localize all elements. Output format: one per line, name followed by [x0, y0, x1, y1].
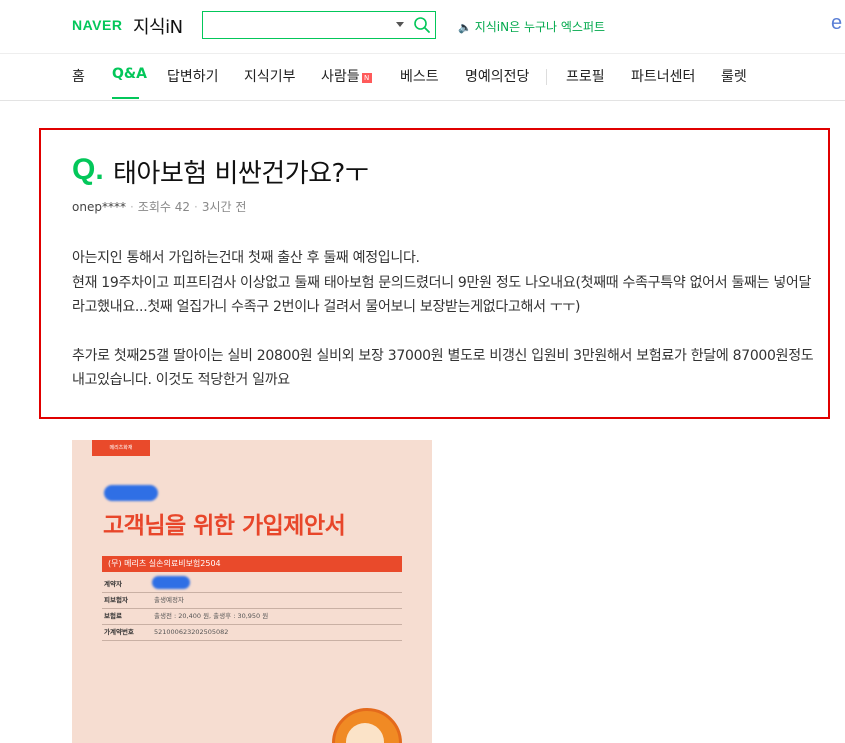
field-label: 계약자	[104, 580, 122, 588]
proposal-field-row: 보험료 출생전 : 20,400 원, 출생후 : 30,950 원	[102, 608, 402, 625]
field-value: 출생전 : 20,400 원, 출생후 : 30,950 원	[154, 612, 269, 620]
nav-item-qna[interactable]: Q&A	[112, 66, 147, 82]
field-label: 보험료	[104, 612, 122, 620]
nav-item-donate[interactable]: 지식기부	[244, 66, 296, 86]
redaction-scribble	[152, 576, 190, 589]
meta-separator: ·	[129, 200, 134, 214]
question-mark-icon: Q.	[72, 153, 104, 186]
proposal-field-row: 가계약번호 521000623202505082	[102, 624, 402, 641]
question-body-line: 현재 19주차이고 피프티검사 이상없고 둘째 태아보험 문의드렸더니 9만원 …	[72, 274, 812, 316]
field-value: 출생예정자	[154, 596, 184, 604]
new-badge: N	[361, 73, 372, 83]
nav-item-answer[interactable]: 답변하기	[167, 66, 219, 86]
nav-active-indicator	[112, 97, 139, 99]
author-id[interactable]: onep****	[72, 200, 126, 214]
nav-divider	[546, 69, 547, 85]
speaker-icon: 🔈	[458, 21, 472, 34]
nav-item-people[interactable]: 사람들 N	[321, 66, 372, 86]
question-title: 태아보험 비싼건가요?ㅜ	[113, 159, 369, 189]
nav-item-profile[interactable]: 프로필	[566, 66, 605, 86]
plan-name-bar: (무) 메리츠 실손의료비보험2504	[102, 556, 402, 572]
search-dropdown-icon[interactable]	[396, 22, 404, 27]
meta-separator: ·	[194, 200, 198, 214]
partial-logo-letter: e	[831, 12, 843, 34]
naver-logo[interactable]: NAVER	[72, 17, 122, 33]
search-icon[interactable]	[413, 16, 431, 34]
proposal-field-row: 계약자	[102, 576, 402, 593]
main-nav: 홈 Q&A 답변하기 지식기부 사람들 N 베스트 명예의전당 프로필 파트너센터…	[0, 53, 845, 101]
proposal-heading: 고객님을 위한 가입제안서	[103, 513, 346, 539]
redaction-scribble	[104, 485, 158, 501]
expert-promo-link[interactable]: 🔈 지식iN은 누구나 엑스퍼트	[458, 18, 605, 35]
nav-item-home[interactable]: 홈	[72, 66, 85, 86]
top-bar: NAVER 지식iN 🔈 지식iN은 누구나 엑스퍼트 e	[0, 0, 845, 54]
nav-item-people-label: 사람들	[321, 69, 360, 85]
field-label: 가계약번호	[104, 628, 134, 636]
search-input[interactable]	[207, 15, 391, 37]
posted-time: 3시간 전	[201, 200, 247, 214]
attached-image[interactable]: 메리츠화재 고객님을 위한 가입제안서 (무) 메리츠 실손의료비보험2504 …	[72, 440, 432, 743]
field-label: 피보험자	[104, 596, 128, 604]
nav-item-roulette[interactable]: 룰렛	[721, 66, 747, 86]
question-meta: onep**** · 조회수 42 · 3시간 전	[72, 198, 246, 215]
proposal-field-row: 피보험자 출생예정자	[102, 592, 402, 609]
nav-item-partner-center[interactable]: 파트너센터	[631, 66, 695, 86]
promo-text: 지식iN은 누구나 엑스퍼트	[474, 20, 606, 34]
view-count: 조회수 42	[137, 200, 190, 214]
question-body-line: 추가로 첫째25갤 딸아이는 실비 20800원 실비외 보장 37000원 별…	[72, 347, 814, 389]
kin-logo[interactable]: 지식iN	[133, 13, 183, 39]
nav-item-hall-of-fame[interactable]: 명예의전당	[465, 66, 529, 86]
search-box	[202, 11, 436, 39]
field-value: 521000623202505082	[154, 628, 229, 636]
nav-item-best[interactable]: 베스트	[400, 66, 439, 86]
question-body: 아는지인 통해서 가입하는건대 첫째 출산 후 둘째 예정입니다. 현재 19주…	[72, 246, 820, 393]
question-body-line: 아는지인 통해서 가입하는건대 첫째 출산 후 둘째 예정입니다.	[72, 250, 420, 266]
insurer-badge: 메리츠화재	[92, 440, 150, 456]
